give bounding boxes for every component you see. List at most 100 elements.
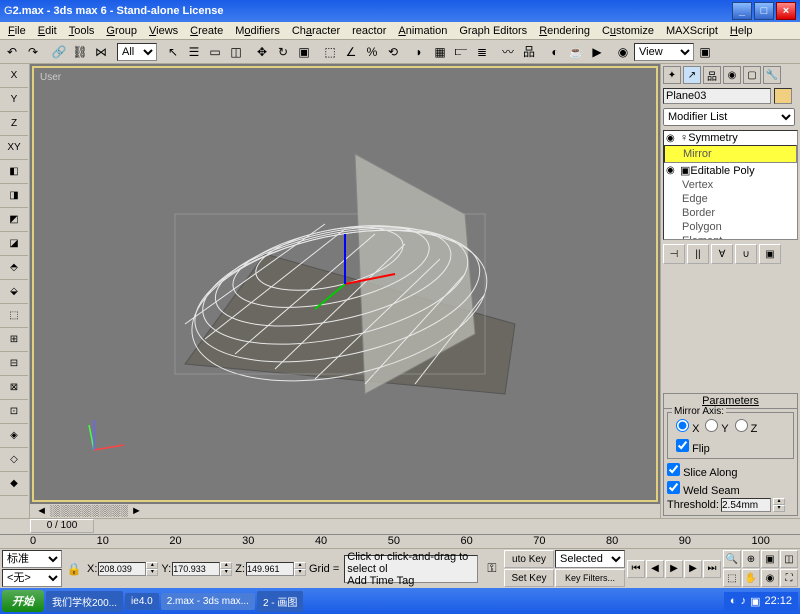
z-spinner[interactable]: ▴▾ bbox=[294, 562, 306, 576]
goto-start-button[interactable]: ⏮ bbox=[627, 560, 645, 578]
menu-modifiers[interactable]: Modifiers bbox=[231, 24, 284, 38]
reactor-tool-2[interactable]: ◨ bbox=[0, 184, 28, 208]
zoom-extents-all-button[interactable]: ◫ bbox=[780, 550, 798, 568]
menu-grapheditors[interactable]: Graph Editors bbox=[455, 24, 531, 38]
axis-xy[interactable]: XY bbox=[0, 136, 28, 160]
menu-file[interactable]: File bbox=[4, 24, 30, 38]
menu-character[interactable]: Character bbox=[288, 24, 344, 38]
y-spinner[interactable]: ▴▾ bbox=[220, 562, 232, 576]
menu-customize[interactable]: Customize bbox=[598, 24, 658, 38]
pan-button[interactable]: ✋ bbox=[742, 569, 760, 587]
object-name-field[interactable] bbox=[663, 88, 771, 104]
transform-set[interactable]: 标准 bbox=[2, 550, 62, 568]
add-time-tag[interactable]: Add Time Tag bbox=[347, 575, 475, 587]
align-button[interactable]: ⫍ bbox=[451, 42, 471, 62]
snap-toggle[interactable]: ⬚ bbox=[320, 42, 340, 62]
tray-icon[interactable]: ♪ bbox=[741, 595, 747, 607]
configure-sets-button[interactable]: ▣ bbox=[759, 244, 781, 264]
material-editor-button[interactable]: ◐ bbox=[545, 42, 565, 62]
slice-along-checkbox[interactable]: Slice Along bbox=[667, 462, 794, 480]
curve-editor-button[interactable]: 〰 bbox=[498, 42, 518, 62]
zoom-extents-button[interactable]: ▣ bbox=[761, 550, 779, 568]
reactor-tool-12[interactable]: ◈ bbox=[0, 424, 28, 448]
menu-create[interactable]: Create bbox=[186, 24, 227, 38]
reactor-tool-10[interactable]: ⊠ bbox=[0, 376, 28, 400]
schematic-button[interactable]: 品 bbox=[519, 42, 539, 62]
object-color-swatch[interactable] bbox=[774, 88, 792, 104]
axis-z-radio[interactable]: Z bbox=[735, 418, 758, 436]
key-icon[interactable]: ⚿ bbox=[482, 559, 502, 579]
coord-z-field[interactable] bbox=[246, 562, 294, 576]
mirror-button[interactable]: ◗ bbox=[409, 42, 429, 62]
menu-maxscript[interactable]: MAXScript bbox=[662, 24, 722, 38]
axis-z[interactable]: Z bbox=[0, 112, 28, 136]
play-button[interactable]: ▶ bbox=[665, 560, 683, 578]
menu-views[interactable]: Views bbox=[145, 24, 182, 38]
scale-button[interactable]: ▣ bbox=[294, 42, 314, 62]
percent-snap-toggle[interactable]: % bbox=[362, 42, 382, 62]
utilities-tab[interactable]: 🔧 bbox=[763, 66, 781, 84]
stack-edge[interactable]: Edge bbox=[664, 192, 797, 206]
stack-mirror[interactable]: Mirror bbox=[664, 145, 797, 163]
link-button[interactable]: 🔗 bbox=[49, 42, 69, 62]
angle-snap-toggle[interactable]: ∠ bbox=[341, 42, 361, 62]
render-type-button[interactable]: ◉ bbox=[613, 42, 633, 62]
time-slider[interactable]: 0 / 100 bbox=[30, 519, 94, 533]
region-zoom-button[interactable]: ⬚ bbox=[723, 569, 741, 587]
taskbar-item[interactable]: 2 - 画图 bbox=[257, 591, 303, 612]
rotate-button[interactable]: ↻ bbox=[273, 42, 293, 62]
lock-button[interactable]: 🔒 bbox=[64, 559, 84, 579]
threshold-spinner[interactable]: ▴▾ bbox=[773, 498, 785, 512]
menu-reactor[interactable]: reactor bbox=[348, 24, 390, 38]
reactor-tool-13[interactable]: ◇ bbox=[0, 448, 28, 472]
reactor-tool-1[interactable]: ◧ bbox=[0, 160, 28, 184]
viewport-scroll[interactable]: ◄ ░░░░░░░░░░ ► bbox=[30, 504, 660, 518]
zoom-button[interactable]: 🔍 bbox=[723, 550, 741, 568]
stack-vertex[interactable]: Vertex bbox=[664, 178, 797, 192]
goto-end-button[interactable]: ⏭ bbox=[703, 560, 721, 578]
reactor-tool-5[interactable]: ⬘ bbox=[0, 256, 28, 280]
menu-group[interactable]: Group bbox=[102, 24, 141, 38]
x-spinner[interactable]: ▴▾ bbox=[146, 562, 158, 576]
maximize-viewport-button[interactable]: ⛶ bbox=[780, 569, 798, 587]
bind-button[interactable]: ⋈ bbox=[91, 42, 111, 62]
next-frame-button[interactable]: ▶ bbox=[684, 560, 702, 578]
axis-y-radio[interactable]: Y bbox=[705, 418, 728, 436]
orbit-button[interactable]: ◉ bbox=[761, 569, 779, 587]
menu-rendering[interactable]: Rendering bbox=[535, 24, 594, 38]
reactor-tool-14[interactable]: ◆ bbox=[0, 472, 28, 496]
select-region-button[interactable]: ▭ bbox=[205, 42, 225, 62]
viewport-user[interactable]: User bbox=[32, 66, 658, 502]
reactor-tool-9[interactable]: ⊟ bbox=[0, 352, 28, 376]
axis-y[interactable]: Y bbox=[0, 88, 28, 112]
taskbar-item[interactable]: 我们学校200... bbox=[46, 591, 123, 612]
close-button[interactable]: × bbox=[776, 2, 796, 20]
modifier-stack[interactable]: ◉♀ Symmetry Mirror ◉▣ Editable Poly Vert… bbox=[663, 130, 798, 240]
modifier-list-dropdown[interactable]: Modifier List bbox=[663, 108, 795, 126]
reactor-tool-6[interactable]: ⬙ bbox=[0, 280, 28, 304]
reactor-tool-11[interactable]: ⊡ bbox=[0, 400, 28, 424]
coord-x-field[interactable] bbox=[98, 562, 146, 576]
layers-button[interactable]: ≣ bbox=[472, 42, 492, 62]
make-unique-button[interactable]: ∀ bbox=[711, 244, 733, 264]
menu-animation[interactable]: Animation bbox=[394, 24, 451, 38]
key-filters-button[interactable]: Key Filters... bbox=[555, 569, 625, 587]
array-button[interactable]: ▦ bbox=[430, 42, 450, 62]
tray-icon[interactable]: ▣ bbox=[750, 595, 760, 608]
stack-border[interactable]: Border bbox=[664, 206, 797, 220]
reference-coord[interactable]: View bbox=[634, 43, 694, 61]
weld-seam-checkbox[interactable]: Weld Seam bbox=[667, 480, 794, 498]
modify-tab[interactable]: ↗ bbox=[683, 66, 701, 84]
motion-tab[interactable]: ◉ bbox=[723, 66, 741, 84]
reactor-tool-3[interactable]: ◩ bbox=[0, 208, 28, 232]
transform-none[interactable]: <无> bbox=[2, 569, 62, 587]
flip-checkbox[interactable]: Flip bbox=[670, 438, 791, 456]
reactor-tool-8[interactable]: ⊞ bbox=[0, 328, 28, 352]
threshold-field[interactable] bbox=[721, 498, 771, 512]
menu-help[interactable]: Help bbox=[726, 24, 757, 38]
window-crossing-button[interactable]: ◫ bbox=[226, 42, 246, 62]
select-button[interactable]: ↖ bbox=[163, 42, 183, 62]
center-pivot-button[interactable]: ▣ bbox=[695, 42, 715, 62]
system-tray[interactable]: ◐ ♪ ▣ 22:12 bbox=[724, 592, 798, 611]
auto-key-button[interactable]: uto Key bbox=[504, 550, 554, 568]
